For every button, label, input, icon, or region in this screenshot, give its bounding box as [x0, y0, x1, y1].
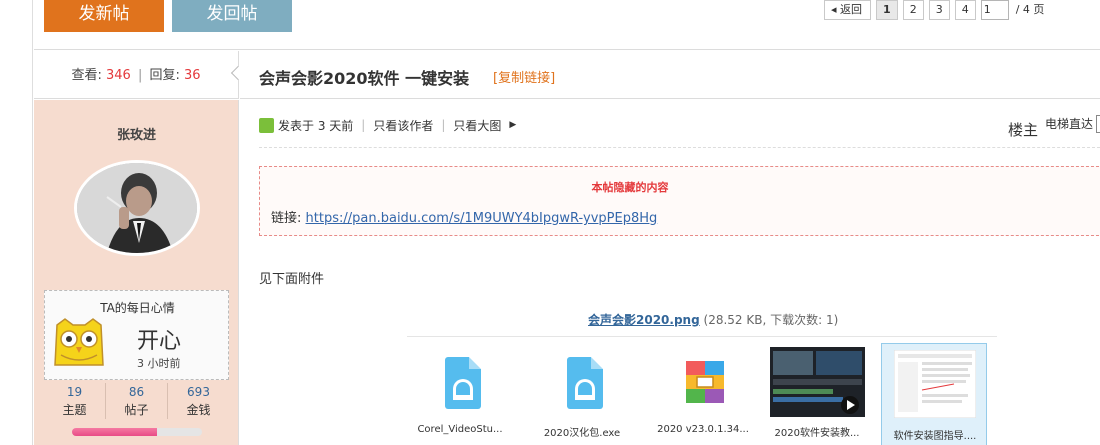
thumbnail-label: 2020软件安装教... [774, 428, 860, 439]
stats-separator: | [137, 68, 143, 83]
mood-text: 开心 [137, 329, 182, 354]
meta-separator: | [361, 118, 366, 132]
top-toolbar: 发新帖 发回帖 ◂ 返回 1 2 3 4 1 / 4 页 [34, 0, 1100, 50]
stat-value: 86 [128, 385, 145, 399]
daily-mood-card: TA的每日心情 开心 3 小时前 [44, 290, 229, 380]
thread-stats: 查看: 346 | 回复: 36 [34, 51, 239, 99]
download-link[interactable]: https://pan.baidu.com/s/1M9UWY4bIpgwR-yv… [306, 211, 658, 226]
installer-file-icon [567, 357, 603, 409]
page-jump-input[interactable]: 1 [980, 0, 1009, 20]
page-total: / 4 页 [1015, 3, 1045, 16]
hidden-content-box: 本帖隐藏的内容 链接: https://pan.baidu.com/s/1M9U… [259, 166, 1100, 236]
meta-separator: | [441, 118, 446, 132]
post-divider [259, 147, 1100, 148]
thumbnail-label: Corel_VideoStu... [417, 424, 503, 435]
page-1-link[interactable]: 1 [876, 0, 898, 20]
video-thumbnail [770, 347, 865, 417]
image-thumbnail [894, 350, 976, 418]
archive-icon [686, 361, 724, 403]
back-label: 返回 [840, 3, 863, 16]
thumbnail-item-selected[interactable]: 软件安装图指导.... [881, 343, 987, 445]
thumbnail-label: 软件安装图指导.... [893, 431, 977, 442]
thumbnail-item[interactable]: 2020汉化包.exe [529, 337, 635, 445]
avatar[interactable] [74, 160, 200, 256]
link-label: 链接: [271, 211, 302, 226]
views-count: 346 [105, 68, 131, 83]
pagination: ◂ 返回 1 2 3 4 1 / 4 页 [824, 0, 1044, 22]
copy-link-button[interactable]: [复制链接] [493, 67, 555, 86]
floor-label: 楼主 [1008, 121, 1039, 139]
back-button[interactable]: ◂ 返回 [824, 0, 872, 20]
large-image-link[interactable]: 只看大图 [453, 117, 501, 134]
views-label: 查看: [71, 68, 102, 83]
stat-posts[interactable]: 86 帖子 [106, 383, 168, 419]
stat-value: 19 [66, 385, 83, 399]
replies-count: 36 [184, 68, 201, 83]
level-progress-fill [72, 428, 157, 436]
triangle-left-icon: ◂ [831, 3, 837, 16]
thumbnail-item[interactable]: 2020软件安装教... [764, 337, 870, 445]
thread-title: 会声会影2020软件 一键安装 [259, 69, 470, 88]
attachment-filename[interactable]: 会声会影2020.png [588, 313, 700, 327]
stat-label: 主题 [62, 403, 87, 417]
reply-button[interactable]: 发回帖 [172, 0, 292, 32]
replies-label: 回复: [149, 68, 180, 83]
thumbnail-label: 2020 v23.0.1.34... [657, 424, 749, 435]
stat-threads[interactable]: 19 主题 [44, 383, 106, 419]
stat-value: 693 [187, 385, 210, 399]
thumbnail-item[interactable]: 2020 v23.0.1.34... [650, 337, 756, 445]
user-online-icon [259, 117, 274, 133]
elevator-input[interactable] [1096, 115, 1100, 133]
attachment-info: (28.52 KB, 下载次数: 1) [703, 313, 839, 327]
author-name[interactable]: 张玫进 [34, 124, 239, 143]
attachment-file: 会声会影2020.png (28.52 KB, 下载次数: 1) [588, 311, 838, 328]
attachment-note: 见下面附件 [259, 272, 325, 287]
installer-file-icon [445, 357, 481, 409]
link-row: 链接: https://pan.baidu.com/s/1M9UWY4bIpgw… [271, 207, 657, 226]
only-author-link[interactable]: 只看该作者 [373, 117, 433, 134]
page-3-link[interactable]: 3 [928, 0, 950, 20]
page-4-link[interactable]: 4 [954, 0, 976, 20]
mood-title: TA的每日心情 [100, 301, 175, 315]
triangle-right-icon: ▶ [509, 120, 517, 130]
post-meta: 发表于 3 天前 | 只看该作者 | 只看大图 ▶ [259, 116, 516, 134]
author-stats: 19 主题 86 帖子 693 金钱 [44, 383, 229, 419]
elevator-label: 电梯直达 [1045, 117, 1094, 131]
stat-label: 金钱 [186, 403, 211, 417]
left-gutter [0, 0, 33, 445]
hidden-content-title: 本帖隐藏的内容 [591, 181, 669, 194]
post-time: 发表于 3 天前 [278, 118, 354, 133]
thumbnail-item[interactable]: Corel_VideoStu... [407, 337, 513, 445]
page-2-link[interactable]: 2 [902, 0, 924, 20]
level-progress-bar [72, 428, 202, 436]
attachment-thumbnails: Corel_VideoStu... 2020汉化包.exe 2020 v23.0… [407, 336, 997, 445]
stat-label: 帖子 [124, 403, 149, 417]
mood-time: 3 小时前 [137, 357, 181, 370]
owl-mood-icon [54, 318, 104, 366]
thumbnail-label: 2020汉化包.exe [543, 428, 621, 439]
stat-money[interactable]: 693 金钱 [168, 383, 229, 419]
author-panel: 张玫进 TA的每日心情 开心 3 小时前 19 主题 86 帖子 693 金钱 [34, 100, 239, 445]
new-post-button[interactable]: 发新帖 [44, 0, 164, 32]
thread-title-bar: 会声会影2020软件 一键安装 [复制链接] [240, 51, 1100, 99]
